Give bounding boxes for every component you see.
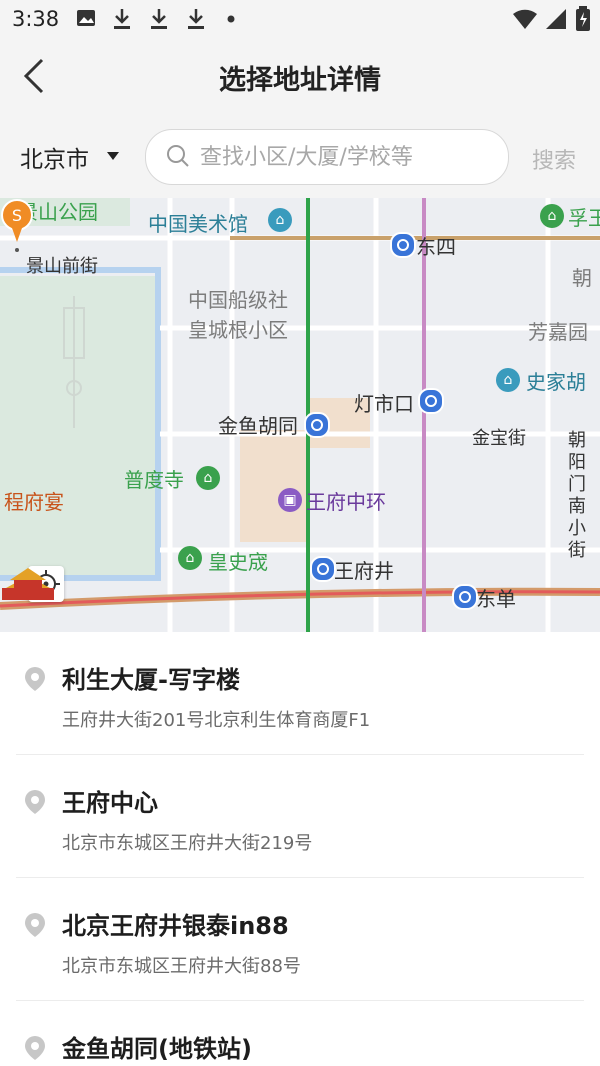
map-label-dongsi: 东四 bbox=[416, 235, 456, 259]
map-label-chao: 朝 bbox=[572, 266, 592, 290]
museum-icon: ⌂ bbox=[268, 208, 292, 232]
map-label-fangjia: 芳嘉园 bbox=[528, 320, 588, 344]
map-label-huangcheng: 皇城根小区 bbox=[188, 318, 288, 342]
location-pin-icon bbox=[25, 790, 45, 814]
search-button[interactable]: 搜索 bbox=[532, 143, 576, 175]
status-time: 3:38 bbox=[12, 7, 60, 31]
map-label-ship-community: 中国船级社 bbox=[188, 288, 288, 312]
status-bar: 3:38 bbox=[0, 0, 600, 40]
museum-icon: ⌂ bbox=[496, 368, 520, 392]
battery-charging-icon bbox=[576, 6, 590, 31]
city-label: 北京市 bbox=[20, 147, 89, 173]
nav-header: 选择地址详情 bbox=[0, 40, 600, 116]
temple-icon: ⌂ bbox=[540, 204, 564, 228]
download-notification-icon bbox=[151, 9, 167, 29]
more-notifications-icon bbox=[227, 15, 235, 23]
location-pin-icon[interactable]: S bbox=[0, 198, 34, 252]
map-label-art-museum: 中国美术馆 bbox=[148, 212, 248, 236]
result-address: 王府井大街201号北京利生体育商厦F1 bbox=[62, 710, 371, 731]
temple-icon: ⌂ bbox=[196, 466, 220, 490]
search-input[interactable] bbox=[198, 138, 492, 176]
wifi-icon bbox=[513, 9, 537, 30]
location-pin-icon bbox=[25, 913, 45, 937]
result-list: 利生大厦-写字楼 王府井大街201号北京利生体育商厦F1 王府中心 北京市东城区… bbox=[0, 632, 600, 1066]
map-label-huangshi: 皇史宬 bbox=[208, 550, 268, 574]
download-notification-icon bbox=[114, 9, 130, 29]
map-label-jinbao: 金宝街 bbox=[472, 428, 526, 449]
metro-station-icon bbox=[418, 388, 444, 414]
map-view[interactable]: 景山公园 中国美术馆 ⌂ 东四 ⌂ 孚王 景山前街 朝 中国船级社 皇城根小区 … bbox=[0, 198, 600, 632]
shopping-icon: ▣ bbox=[278, 488, 302, 512]
result-address: 北京市东城区王府井大街88号 bbox=[62, 956, 301, 977]
result-name: 王府中心 bbox=[62, 789, 158, 817]
map-label-wangfujing: 王府井 bbox=[334, 559, 394, 583]
image-notification-icon bbox=[77, 10, 95, 26]
map-label-jingshan-front: 景山前街 bbox=[26, 256, 98, 277]
result-address: 北京市东城区王府井大街219号 bbox=[62, 833, 313, 854]
map-label-pudu: 普度寺 bbox=[124, 468, 184, 492]
metro-station-icon bbox=[390, 232, 416, 258]
location-pin-icon bbox=[25, 667, 45, 691]
map-label-dengshikou: 灯市口 bbox=[354, 392, 414, 416]
list-item[interactable]: 利生大厦-写字楼 王府井大街201号北京利生体育商厦F1 bbox=[0, 632, 600, 755]
result-name: 北京王府井银泰in88 bbox=[62, 912, 289, 940]
map-label-dongdan: 东单 bbox=[476, 587, 516, 611]
list-item[interactable]: 金鱼胡同(地铁站) bbox=[0, 1001, 600, 1066]
wangfujing-area bbox=[240, 430, 310, 542]
map-label-shijia: 史家胡 bbox=[526, 370, 586, 394]
pin-badge: S bbox=[12, 206, 22, 225]
result-name: 利生大厦-写字楼 bbox=[62, 666, 240, 694]
list-item[interactable]: 北京王府井银泰in88 北京市东城区王府井大街88号 bbox=[0, 878, 600, 1001]
metro-station-icon bbox=[452, 584, 478, 610]
caret-down-icon bbox=[107, 152, 119, 160]
park-area bbox=[0, 276, 158, 576]
metro-station-icon bbox=[304, 412, 330, 438]
location-pin-icon bbox=[25, 1036, 45, 1060]
map-label-fuwang: 孚王 bbox=[568, 206, 600, 230]
map-label-wangfu-zhonghuan: 王府中环 bbox=[306, 490, 386, 514]
page-title: 选择地址详情 bbox=[219, 65, 381, 96]
tiananmen-logo-icon bbox=[2, 568, 54, 600]
metro-station-icon bbox=[310, 556, 336, 582]
map-label-chengfu: 程府宴 bbox=[4, 490, 64, 514]
search-box[interactable] bbox=[145, 129, 509, 185]
temple-icon: ⌂ bbox=[178, 546, 202, 570]
map-label-chaoyangmen: 朝阳门南小街 bbox=[568, 430, 586, 561]
search-icon bbox=[167, 145, 189, 167]
cell-signal-icon bbox=[546, 9, 566, 29]
result-name: 金鱼胡同(地铁站) bbox=[62, 1035, 252, 1063]
list-item[interactable]: 王府中心 北京市东城区王府井大街219号 bbox=[0, 755, 600, 878]
search-row: 北京市 搜索 bbox=[0, 116, 600, 198]
download-notification-icon bbox=[188, 9, 204, 29]
map-label-jinyu: 金鱼胡同 bbox=[218, 414, 298, 438]
